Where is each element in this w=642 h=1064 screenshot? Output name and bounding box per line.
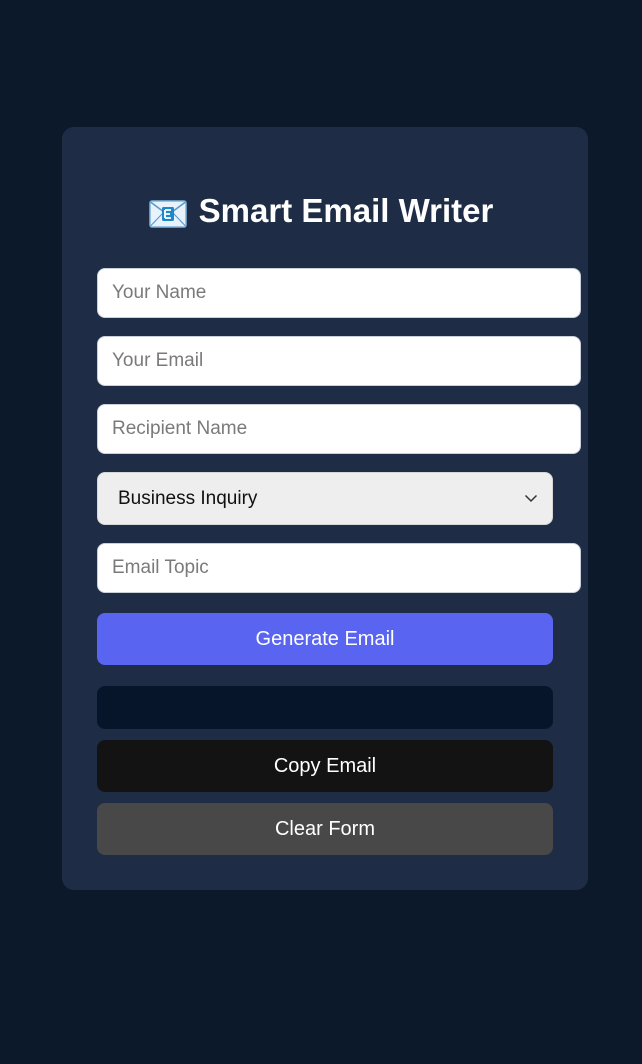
email-topic-input[interactable] [97, 543, 581, 593]
email-output-box [97, 686, 553, 729]
clear-form-button[interactable]: Clear Form [97, 803, 553, 855]
generate-email-label: Generate Email [255, 627, 395, 650]
clear-form-label: Clear Form [274, 817, 375, 840]
chevron-down-icon [524, 490, 538, 508]
email-type-selected-value: Business Inquiry [118, 487, 258, 509]
page-title: Smart Email Writer [0, 190, 642, 232]
copy-email-label: Copy Email [273, 754, 377, 777]
your-name-input[interactable] [97, 268, 581, 318]
email-type-select[interactable]: Business Inquiry [97, 472, 553, 525]
page-title-text: Smart Email Writer [198, 192, 494, 229]
your-email-input[interactable] [97, 336, 581, 386]
copy-email-button[interactable]: Copy Email [97, 740, 553, 792]
generate-email-button[interactable]: Generate Email [97, 613, 553, 665]
envelope-icon [148, 196, 187, 229]
recipient-name-input[interactable] [97, 404, 581, 454]
